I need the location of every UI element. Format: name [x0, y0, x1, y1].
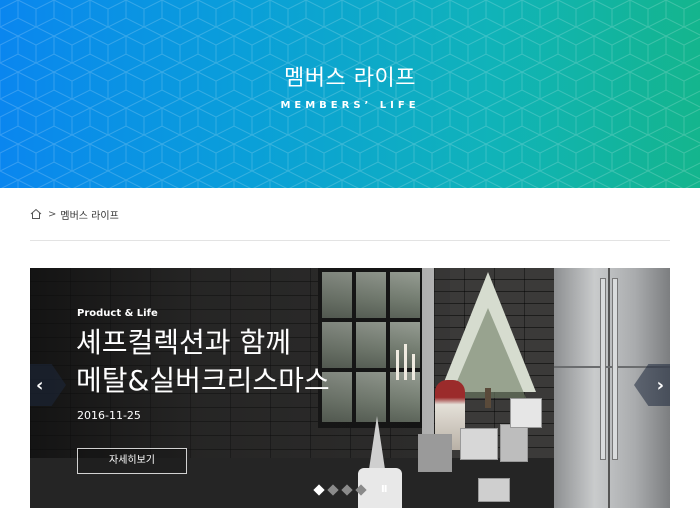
slide-category: Product & Life [77, 308, 158, 319]
chevron-right-icon: › [656, 374, 664, 396]
candle [404, 344, 407, 380]
breadcrumb-separator: > [48, 208, 57, 220]
slide-title-line2: 메탈&실버크리스마스 [76, 364, 330, 397]
refrigerator-door-gap [608, 268, 610, 508]
breadcrumb-current[interactable]: 멤버스 라이프 [60, 207, 118, 222]
page-title: 멤버스 라이프 [284, 66, 416, 91]
promo-slider: Product & Life 셰프컬렉션과 함께 메탈&실버크리스마스 2016… [30, 268, 670, 508]
section-divider [30, 240, 670, 241]
silver-tree-ornament [368, 416, 386, 476]
gift-box [510, 398, 542, 428]
detail-button[interactable]: 자세히보기 [77, 448, 187, 474]
page-subtitle: MEMBERS’ LIFE [280, 100, 420, 111]
slide-title: 셰프컬렉션과 함께 메탈&실버크리스마스 [76, 324, 330, 400]
pause-icon[interactable]: II [381, 484, 388, 495]
slide-date: 2016-11-25 [77, 409, 141, 422]
tree-trunk [485, 388, 491, 408]
slide-indicators: II [313, 483, 388, 496]
slide-indicator-1[interactable] [313, 483, 325, 496]
candle [412, 354, 415, 380]
breadcrumb: > 멤버스 라이프 [30, 206, 119, 222]
gift-box [478, 478, 510, 502]
home-icon[interactable] [30, 208, 42, 220]
chevron-left-icon: ‹ [36, 374, 44, 396]
page-header-banner: 멤버스 라이프 MEMBERS’ LIFE [0, 0, 700, 188]
gift-box [418, 434, 452, 472]
refrigerator-handle [612, 278, 618, 460]
slide-title-line1: 셰프컬렉션과 함께 [76, 326, 291, 359]
gift-box [500, 424, 528, 462]
slide-indicator-4[interactable] [355, 483, 367, 496]
candle [396, 350, 399, 380]
hex-pattern-decoration [0, 0, 700, 188]
refrigerator-handle [600, 278, 606, 460]
slide-indicator-3[interactable] [341, 483, 353, 496]
gift-box [460, 428, 498, 460]
slide-indicator-2[interactable] [327, 483, 339, 496]
